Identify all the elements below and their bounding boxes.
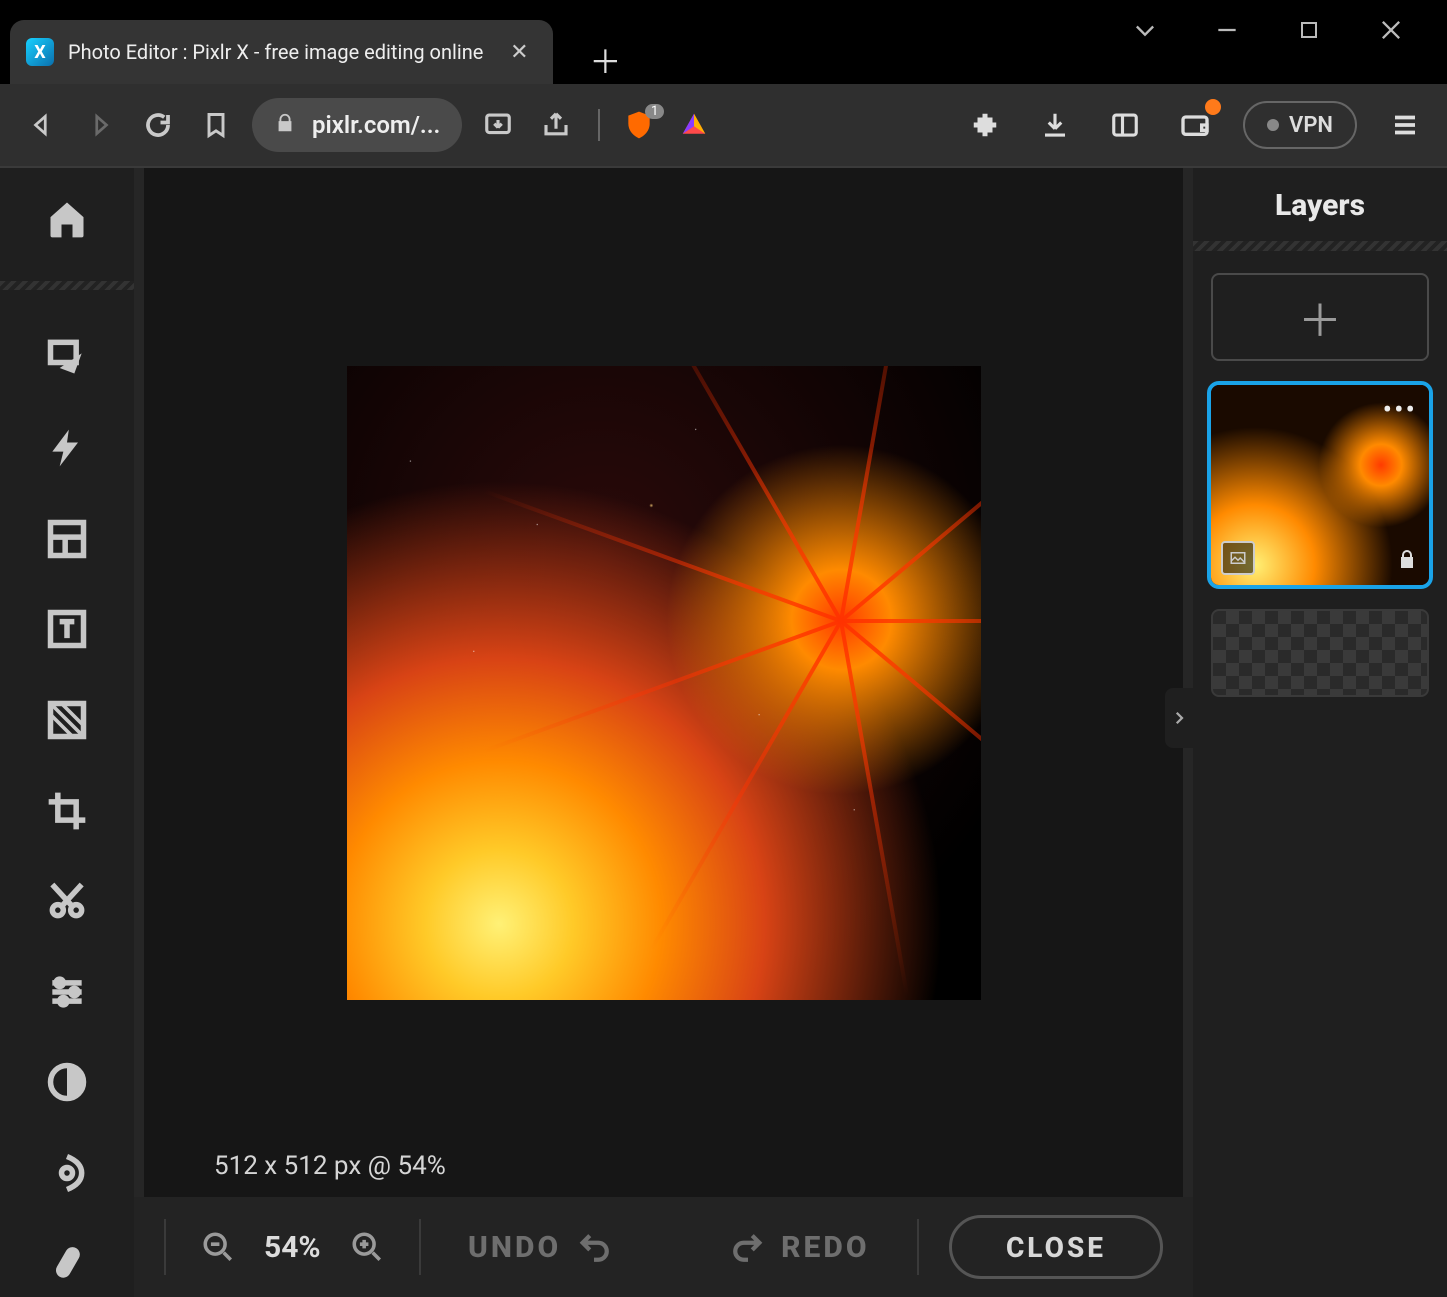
pixlr-favicon: X <box>26 38 54 66</box>
new-tab-button[interactable]: ＋ <box>581 36 629 84</box>
window-controls <box>1129 0 1447 60</box>
hamburger-menu-icon[interactable] <box>1383 103 1427 147</box>
nav-forward-button[interactable] <box>78 103 122 147</box>
url-text: pixlr.com/... <box>312 111 440 139</box>
brave-shields-icon[interactable]: 1 <box>620 106 658 144</box>
downloads-icon[interactable] <box>1033 103 1077 147</box>
layout-icon[interactable] <box>32 505 102 572</box>
bottom-divider <box>164 1219 166 1275</box>
draw-icon[interactable] <box>32 1230 102 1297</box>
layer-item-0[interactable]: ••• <box>1211 385 1429 585</box>
reload-button[interactable] <box>136 103 180 147</box>
cut-icon[interactable] <box>32 868 102 935</box>
adjust-icon[interactable] <box>32 959 102 1026</box>
zoom-controls: 54% <box>196 1225 389 1269</box>
layer-type-image-icon <box>1221 541 1255 575</box>
vpn-button[interactable]: VPN <box>1243 101 1357 149</box>
tab-title: Photo Editor : Pixlr X - free image edit… <box>68 40 483 64</box>
vpn-status-dot <box>1267 119 1279 131</box>
app-body: 512 x 512 px @ 54% 54% UNDO <box>0 168 1447 1297</box>
undo-button[interactable]: UNDO <box>468 1230 611 1265</box>
tab-close-button[interactable]: ✕ <box>505 38 533 66</box>
layer-item-1[interactable] <box>1211 609 1429 697</box>
install-app-icon[interactable] <box>476 103 520 147</box>
vpn-label: VPN <box>1289 113 1333 138</box>
canvas-image[interactable] <box>347 366 981 1000</box>
ai-bolt-icon[interactable] <box>32 415 102 482</box>
layer-options-icon[interactable]: ••• <box>1383 393 1417 426</box>
zoom-out-button[interactable] <box>196 1225 240 1269</box>
layers-separator <box>1193 241 1447 251</box>
fill-icon[interactable] <box>32 687 102 754</box>
panel-collapse-button[interactable] <box>1165 688 1193 748</box>
window-titlebar: X Photo Editor : Pixlr X - free image ed… <box>0 0 1447 84</box>
bottom-bar: 54% UNDO REDO CLOSE <box>134 1197 1193 1297</box>
arrange-icon[interactable] <box>32 324 102 391</box>
layer-lock-icon[interactable] <box>1395 547 1419 575</box>
canvas-dimensions-label: 512 x 512 px @ 54% <box>214 1151 446 1181</box>
layers-title: Layers <box>1211 188 1429 223</box>
redo-label: REDO <box>781 1230 869 1265</box>
window-close-button[interactable] <box>1375 14 1407 46</box>
bookmark-button[interactable] <box>194 103 238 147</box>
browser-tab[interactable]: X Photo Editor : Pixlr X - free image ed… <box>10 20 553 84</box>
redo-button[interactable]: REDO <box>731 1230 869 1265</box>
browser-toolbar: pixlr.com/... 1 VPN <box>0 84 1447 168</box>
bottom-divider <box>917 1219 919 1275</box>
contrast-icon[interactable] <box>32 1049 102 1116</box>
tab-dropdown-icon[interactable] <box>1129 14 1161 46</box>
wallet-icon[interactable] <box>1173 103 1217 147</box>
brave-rewards-icon[interactable] <box>672 103 716 147</box>
image-decoration <box>841 619 843 621</box>
rail-separator <box>0 281 134 291</box>
close-button[interactable]: CLOSE <box>949 1215 1163 1279</box>
zoom-percent[interactable]: 54% <box>264 1230 321 1265</box>
brave-shield-count: 1 <box>645 104 664 119</box>
notification-dot <box>1205 99 1221 115</box>
window-maximize-button[interactable] <box>1293 14 1325 46</box>
home-icon[interactable] <box>32 186 102 253</box>
sidebar-toggle-icon[interactable] <box>1103 103 1147 147</box>
undo-redo-group: UNDO REDO <box>451 1230 887 1265</box>
share-icon[interactable] <box>534 103 578 147</box>
window-minimize-button[interactable] <box>1211 14 1243 46</box>
crop-icon[interactable] <box>32 777 102 844</box>
undo-label: UNDO <box>468 1230 561 1265</box>
text-icon[interactable] <box>32 596 102 663</box>
nav-back-button[interactable] <box>20 103 64 147</box>
address-bar[interactable]: pixlr.com/... <box>252 98 462 152</box>
toolbar-divider <box>598 109 600 141</box>
close-label: CLOSE <box>1006 1231 1106 1264</box>
layers-panel: Layers ＋ ••• <box>1193 168 1447 1297</box>
liquify-icon[interactable] <box>32 1140 102 1207</box>
zoom-in-button[interactable] <box>345 1225 389 1269</box>
add-layer-button[interactable]: ＋ <box>1211 273 1429 361</box>
canvas-stage[interactable]: 512 x 512 px @ 54% <box>144 168 1183 1197</box>
lock-icon <box>274 112 296 138</box>
tool-rail <box>0 168 134 1297</box>
canvas-area: 512 x 512 px @ 54% 54% UNDO <box>134 168 1193 1297</box>
bottom-divider <box>419 1219 421 1275</box>
extensions-icon[interactable] <box>963 103 1007 147</box>
